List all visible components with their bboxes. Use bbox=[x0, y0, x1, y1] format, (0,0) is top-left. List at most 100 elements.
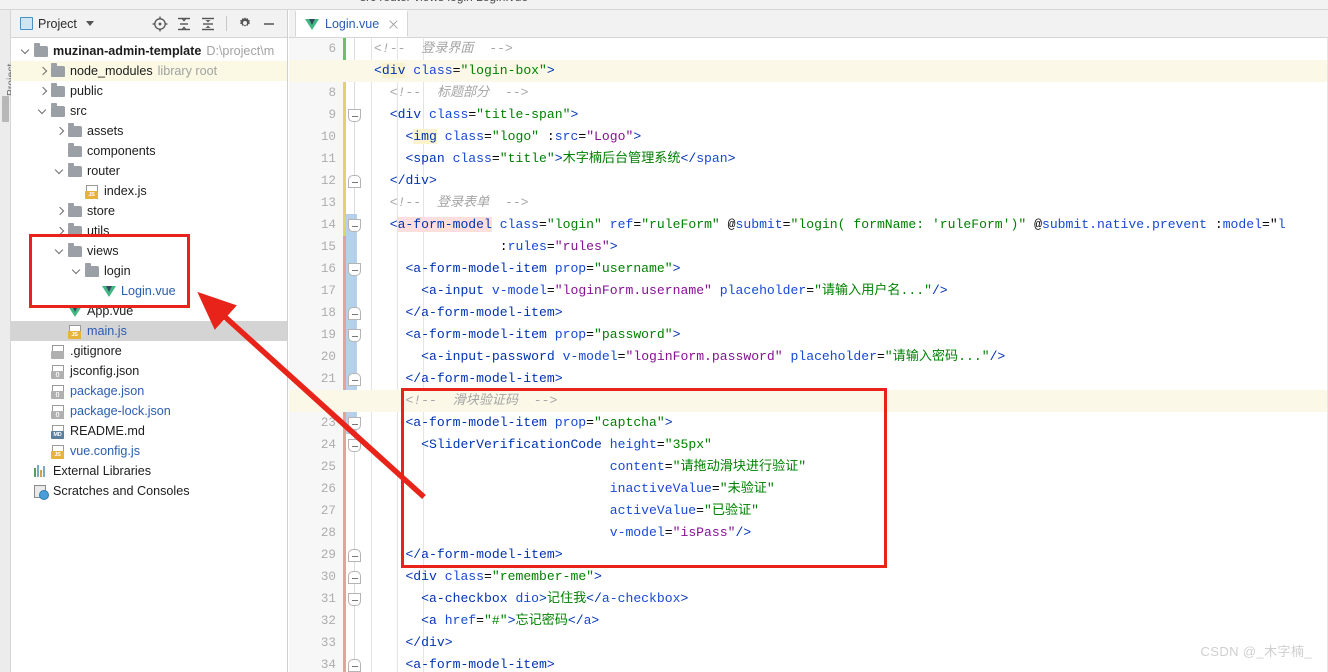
breadcrumb-bar[interactable]: src router views login Login.vue bbox=[0, 0, 1328, 10]
code-line-31[interactable]: <a-checkbox dio>记住我</a-checkbox> bbox=[367, 588, 1328, 610]
code-line-20[interactable]: <a-input-password v-model="loginForm.pas… bbox=[367, 346, 1328, 368]
project-file-tree[interactable]: muzinan-admin-template D:\project\m node_m… bbox=[11, 38, 287, 672]
scratches-icon bbox=[34, 484, 49, 500]
expand-all-icon[interactable] bbox=[174, 14, 194, 34]
code-line-13[interactable]: <!-- 登录表单 --> bbox=[367, 192, 1328, 214]
tree-item--gitignore[interactable]: .gitignore bbox=[11, 341, 287, 361]
tree-item-login-vue[interactable]: Login.vue bbox=[11, 281, 287, 301]
folder-icon bbox=[51, 103, 65, 117]
code-line-15[interactable]: :rules="rules"> bbox=[367, 236, 1328, 258]
tree-item-label: package-lock.json bbox=[70, 404, 171, 418]
folder-icon bbox=[85, 263, 99, 277]
tree-item-external-libraries[interactable]: External Libraries bbox=[11, 461, 287, 481]
code-line-11[interactable]: <span class="title">木字楠后台管理系统</span> bbox=[367, 148, 1328, 170]
settings-gear-icon[interactable] bbox=[235, 14, 255, 34]
tree-item-scratches-and-consoles[interactable]: Scratches and Consoles bbox=[11, 481, 287, 501]
tree-item-readme-md[interactable]: MD README.md bbox=[11, 421, 287, 441]
code-line-22[interactable]: <!-- 滑块验证码 --> bbox=[367, 390, 1328, 412]
project-window-icon bbox=[20, 17, 33, 30]
code-line-17[interactable]: <a-input v-model="loginForm.username" pl… bbox=[367, 280, 1328, 302]
code-line-19[interactable]: <a-form-model-item prop="password"> bbox=[367, 324, 1328, 346]
code-line-18[interactable]: </a-form-model-item> bbox=[367, 302, 1328, 324]
code-line-32[interactable]: <a href="#">忘记密码</a> bbox=[367, 610, 1328, 632]
chevron-right-icon[interactable] bbox=[38, 86, 49, 97]
tab-login-vue[interactable]: Login.vue bbox=[295, 10, 409, 37]
tree-item-muzinan-admin-template[interactable]: muzinan-admin-template D:\project\m bbox=[11, 41, 287, 61]
code-line-33[interactable]: </div> bbox=[367, 632, 1328, 654]
code-line-23[interactable]: <a-form-model-item prop="captcha"> bbox=[367, 412, 1328, 434]
code-line-7[interactable]: <div class="login-box"> bbox=[367, 60, 1328, 82]
chevron-right-icon[interactable] bbox=[38, 66, 49, 77]
code-viewport[interactable]: 6789101112131415161718192021222324252627… bbox=[289, 38, 1328, 672]
tree-item-package-lock-json[interactable]: {} package-lock.json bbox=[11, 401, 287, 421]
collapse-all-icon[interactable] bbox=[198, 14, 218, 34]
git-file-icon bbox=[51, 344, 65, 359]
code-line-29[interactable]: </a-form-model-item> bbox=[367, 544, 1328, 566]
code-line-30[interactable]: <div class="remember-me"> bbox=[367, 566, 1328, 588]
tree-item-package-json[interactable]: {} package.json bbox=[11, 381, 287, 401]
tree-item-label: .gitignore bbox=[70, 344, 122, 358]
tree-item-label: assets bbox=[87, 124, 124, 138]
vue-file-icon bbox=[305, 18, 319, 31]
tree-item-assets[interactable]: assets bbox=[11, 121, 287, 141]
tree-item-main-js[interactable]: JS main.js bbox=[11, 321, 287, 341]
chevron-down-icon[interactable] bbox=[55, 246, 66, 257]
code-line-25[interactable]: content="请拖动滑块进行验证" bbox=[367, 456, 1328, 478]
chevron-down-icon[interactable] bbox=[85, 21, 94, 26]
tree-item-label: public bbox=[70, 84, 103, 98]
tree-item-login[interactable]: login bbox=[11, 261, 287, 281]
code-line-9[interactable]: <div class="title-span"> bbox=[367, 104, 1328, 126]
code-line-27[interactable]: activeValue="已验证" bbox=[367, 500, 1328, 522]
close-icon[interactable] bbox=[387, 18, 400, 31]
tree-item-src[interactable]: src bbox=[11, 101, 287, 121]
tree-item-app-vue[interactable]: App.vue bbox=[11, 301, 287, 321]
code-line-14[interactable]: <a-form-model class="login" ref="ruleFor… bbox=[367, 214, 1328, 236]
tree-item-vue-config-js[interactable]: JS vue.config.js bbox=[11, 441, 287, 461]
code-line-10[interactable]: <img class="logo" :src="Logo"> bbox=[367, 126, 1328, 148]
code-line-24[interactable]: <SliderVerificationCode height="35px" bbox=[367, 434, 1328, 456]
chevron-right-icon[interactable] bbox=[55, 206, 66, 217]
code-line-6[interactable]: <!-- 登录界面 --> bbox=[367, 38, 1328, 60]
chevron-down-icon[interactable] bbox=[55, 166, 66, 177]
chevron-down-icon[interactable] bbox=[21, 46, 32, 57]
chevron-down-icon[interactable] bbox=[72, 266, 83, 277]
js-file-icon: JS bbox=[51, 444, 65, 459]
tree-item-views[interactable]: views bbox=[11, 241, 287, 261]
code-content[interactable]: <!-- 登录界面 --> <div class="login-box"> <!-… bbox=[367, 38, 1328, 672]
locate-target-icon[interactable] bbox=[150, 14, 170, 34]
chevron-right-icon[interactable] bbox=[55, 226, 66, 237]
code-line-8[interactable]: <!-- 标题部分 --> bbox=[367, 82, 1328, 104]
folder-icon bbox=[68, 243, 82, 257]
tree-item-jsconfig-json[interactable]: {} jsconfig.json bbox=[11, 361, 287, 381]
tree-item-label: jsconfig.json bbox=[70, 364, 140, 378]
project-panel-title: Project bbox=[38, 16, 77, 31]
tree-item-components[interactable]: components bbox=[11, 141, 287, 161]
tree-item-store[interactable]: store bbox=[11, 201, 287, 221]
left-tool-strip[interactable]: Project bbox=[0, 10, 17, 672]
tree-item-utils[interactable]: utils bbox=[11, 221, 287, 241]
chevron-down-icon[interactable] bbox=[38, 106, 49, 117]
tree-item-label: utils bbox=[87, 224, 110, 238]
tree-item-index-js[interactable]: JS index.js bbox=[11, 181, 287, 201]
js-file-icon: JS bbox=[68, 324, 82, 339]
tree-item-node-modules[interactable]: node_modules library root bbox=[11, 61, 287, 81]
vue-file-icon bbox=[102, 285, 116, 298]
tree-item-public[interactable]: public bbox=[11, 81, 287, 101]
code-line-16[interactable]: <a-form-model-item prop="username"> bbox=[367, 258, 1328, 280]
tree-item-router[interactable]: router bbox=[11, 161, 287, 181]
hide-panel-icon[interactable] bbox=[259, 14, 279, 34]
code-line-26[interactable]: inactiveValue="未验证" bbox=[367, 478, 1328, 500]
code-line-21[interactable]: </a-form-model-item> bbox=[367, 368, 1328, 390]
js-file-icon: JS bbox=[85, 184, 99, 199]
chevron-right-icon[interactable] bbox=[55, 126, 66, 137]
code-line-28[interactable]: v-model="isPass"/> bbox=[367, 522, 1328, 544]
tree-item-label: Scratches and Consoles bbox=[53, 484, 190, 498]
code-line-34[interactable]: <a-form-model-item> bbox=[367, 654, 1328, 672]
tree-item-label: views bbox=[87, 244, 119, 258]
code-line-12[interactable]: </div> bbox=[367, 170, 1328, 192]
editor-area: Login.vue 678910111213141516171819202122… bbox=[289, 10, 1328, 672]
folder-icon bbox=[68, 223, 82, 237]
